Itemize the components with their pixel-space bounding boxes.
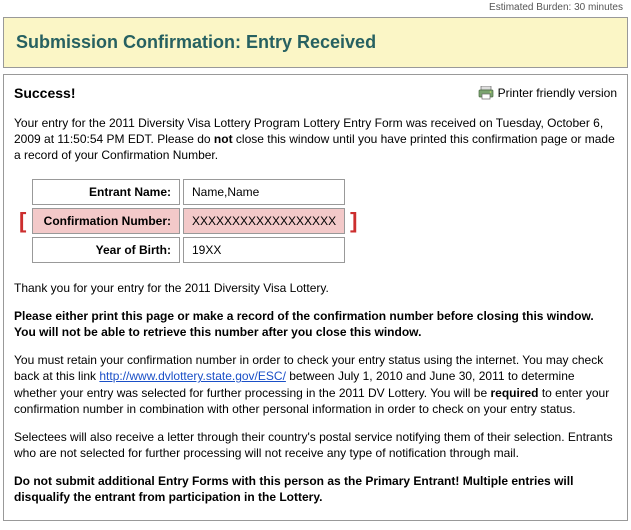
selectees-paragraph: Selectees will also receive a letter thr… [14,429,617,461]
confirmation-table: Entrant Name: Name,Name [ Confirmation N… [14,176,363,266]
entrant-name-value: Name,Name [183,179,345,205]
warning-paragraph: Please either print this page or make a … [14,308,617,340]
retain-paragraph: You must retain your confirmation number… [14,352,617,417]
confirmation-number-label: Confirmation Number: [32,208,180,234]
confirmation-number-value: XXXXXXXXXXXXXXXXXX [183,208,345,234]
estimated-burden: Estimated Burden: 30 minutes [0,0,631,15]
thanks-paragraph: Thank you for your entry for the 2011 Di… [14,280,617,296]
status-check-link[interactable]: http://www.dvlottery.state.gov/ESC/ [99,369,286,383]
title-bar: Submission Confirmation: Entry Received [3,17,628,68]
printer-icon [478,86,494,100]
content-frame: Success! Printer friendly version Your e… [3,74,628,521]
bracket-left-icon: [ [19,208,26,233]
intro-paragraph: Your entry for the 2011 Diversity Visa L… [14,115,617,164]
printer-friendly-label: Printer friendly version [498,86,617,100]
no-submit-paragraph: Do not submit additional Entry Forms wit… [14,473,617,505]
table-row: Year of Birth: 19XX [17,237,360,263]
printer-friendly-link[interactable]: Printer friendly version [478,86,617,100]
bracket-right-icon: ] [350,208,357,233]
page-title: Submission Confirmation: Entry Received [16,32,615,53]
table-row: [ Confirmation Number: XXXXXXXXXXXXXXXXX… [17,208,360,234]
entrant-name-label: Entrant Name: [32,179,180,205]
year-of-birth-label: Year of Birth: [32,237,180,263]
table-row: Entrant Name: Name,Name [17,179,360,205]
year-of-birth-value: 19XX [183,237,345,263]
success-heading: Success! [14,85,75,101]
